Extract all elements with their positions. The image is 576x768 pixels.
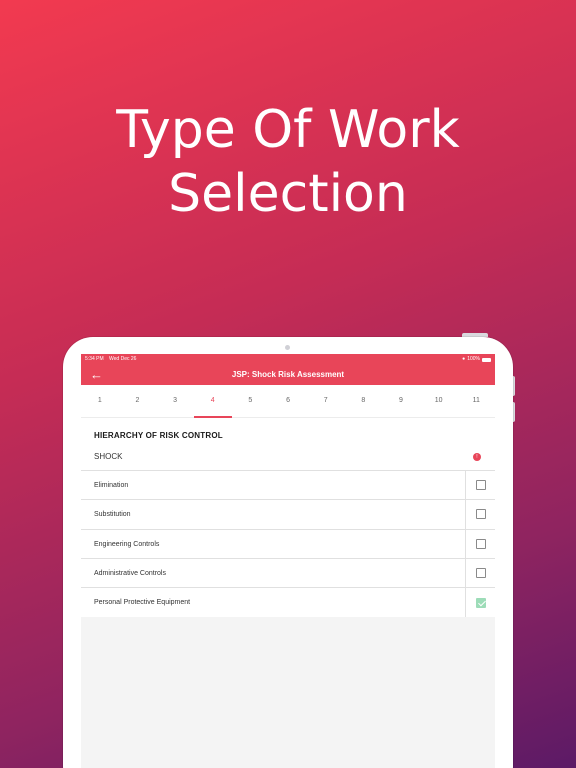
checkbox-cell: [465, 529, 495, 558]
camera-dot: [285, 345, 290, 350]
step-tab-2[interactable]: 2: [119, 385, 157, 417]
step-tab-6[interactable]: 6: [269, 385, 307, 417]
step-tab-7[interactable]: 7: [307, 385, 345, 417]
info-badge-icon[interactable]: !: [473, 452, 481, 461]
step-tab-9[interactable]: 9: [382, 385, 420, 417]
tablet-frame: 5:34 PM Wed Dec 26 ● 100% ← JSP: Shock R…: [63, 337, 513, 768]
step-tab-3[interactable]: 3: [156, 385, 194, 417]
checkbox[interactable]: [475, 538, 486, 549]
section-title: HIERARCHY OF RISK CONTROL: [94, 431, 223, 440]
step-tab-5[interactable]: 5: [232, 385, 270, 417]
control-row[interactable]: Administrative Controls: [81, 558, 495, 589]
checkbox-cell: [465, 588, 495, 618]
battery-percent: 100%: [467, 356, 480, 362]
checkbox-cell: [465, 471, 495, 500]
step-tabs: 1 2 3 4 5 6 7 8 9 10 11: [81, 385, 495, 418]
control-row[interactable]: Personal Protective Equipment: [81, 588, 495, 618]
nav-bar: ← JSP: Shock Risk Assessment: [81, 365, 495, 385]
status-bar: 5:34 PM Wed Dec 26 ● 100%: [81, 354, 495, 365]
checkbox-cell: [465, 558, 495, 588]
checkbox[interactable]: [475, 568, 486, 579]
hazard-row: SHOCK !: [81, 443, 495, 471]
status-date: Wed Dec 26: [109, 356, 137, 362]
checkbox[interactable]: [475, 480, 486, 491]
app-screen: 5:34 PM Wed Dec 26 ● 100% ← JSP: Shock R…: [81, 354, 495, 768]
page-title: JSP: Shock Risk Assessment: [231, 370, 345, 379]
headline-line-1: Type Of Work: [116, 100, 460, 160]
control-list: Elimination Substitution Engineering Contr…: [81, 471, 495, 618]
hazard-label: SHOCK: [94, 452, 123, 461]
battery-icon: [482, 357, 491, 362]
status-time: 5:34 PM: [85, 356, 104, 362]
step-tab-11[interactable]: 11: [457, 385, 495, 417]
step-tab-8[interactable]: 8: [344, 385, 382, 417]
checkbox[interactable]: [475, 509, 486, 520]
step-tab-10[interactable]: 10: [420, 385, 458, 417]
control-label: Personal Protective Equipment: [94, 599, 191, 607]
step-tab-1[interactable]: 1: [81, 385, 119, 417]
control-label: Substitution: [94, 511, 131, 519]
risk-control-section: HIERARCHY OF RISK CONTROL SHOCK ! Elimin…: [81, 418, 495, 618]
control-label: Administrative Controls: [94, 569, 166, 577]
control-label: Elimination: [94, 482, 129, 489]
checkbox-checked[interactable]: [475, 597, 486, 608]
control-row[interactable]: Substitution: [81, 500, 495, 530]
control-row[interactable]: Elimination: [81, 471, 495, 501]
wifi-icon: ●: [462, 356, 466, 362]
control-row[interactable]: Engineering Controls: [81, 529, 495, 559]
headline-line-2: Selection: [168, 164, 408, 224]
headline: Type Of Work Selection: [0, 98, 576, 226]
checkbox-cell: [465, 500, 495, 529]
control-label: Engineering Controls: [94, 540, 160, 548]
app-header: 5:34 PM Wed Dec 26 ● 100% ← JSP: Shock R…: [81, 354, 495, 385]
step-tab-4[interactable]: 4: [193, 385, 232, 418]
